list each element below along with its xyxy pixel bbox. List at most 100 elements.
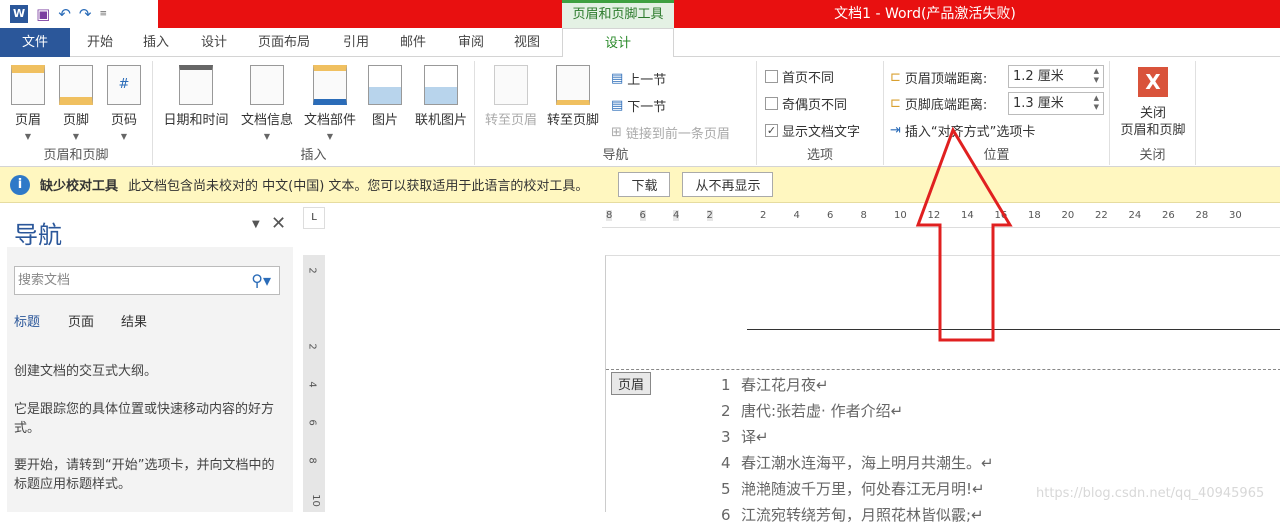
message-bar: i 缺少校对工具 此文档包含尚未校对的 中文(中国) 文本。您可以获取适用于此语…	[0, 167, 1280, 203]
picture-button[interactable]: 图片	[365, 65, 405, 128]
checkbox[interactable]	[765, 96, 778, 110]
close-label-1: 关闭	[1139, 106, 1166, 121]
ruler-tick: 4	[793, 210, 800, 221]
ruler-tick: 24	[1128, 210, 1142, 221]
tab-page-layout[interactable]: 页面布局	[258, 28, 310, 57]
message-text: 此文档包含尚未校对的 中文(中国) 文本。您可以获取适用于此语言的校对工具。	[128, 179, 589, 194]
document-page[interactable]: 页眉 1 春江花月夜↵ 2 唐代:张若虚· 作者介绍↵ 3 译↵ 4 春江潮水连海平，海上明月…	[605, 255, 1280, 524]
document-line[interactable]: 5 滟滟随波千万里，何处春江无月明!↵	[721, 478, 985, 499]
ruler-tick: 4	[673, 210, 680, 221]
info-icon: i	[10, 174, 30, 195]
document-line[interactable]: 1 春江花月夜↵	[721, 374, 829, 395]
group-options: 首页不同 奇偶页不同 ✓ 显示文档文字 选项	[757, 61, 884, 165]
checkbox-checked[interactable]: ✓	[765, 123, 778, 137]
goto-footer-button[interactable]: 转至页脚	[543, 65, 603, 128]
footer-bottom-value[interactable]: 1.3 厘米	[1013, 96, 1064, 111]
document-line[interactable]: 2 唐代:张若虚· 作者介绍↵	[721, 400, 903, 421]
insert-alignment-tab-button[interactable]: ⇥ 插入“对齐方式”选项卡	[890, 119, 1035, 141]
spinner-arrows-icon[interactable]: ▲ ▼	[1094, 67, 1099, 85]
search-icon[interactable]: ⚲▾	[251, 267, 271, 294]
date-time-button[interactable]: 日期和时间	[159, 65, 233, 128]
document-line[interactable]: 6 江流宛转绕芳甸，月照花林皆似霰;↵	[721, 504, 984, 525]
footer-bottom-spinner[interactable]: 1.3 厘米 ▲ ▼	[1008, 92, 1104, 115]
header-boundary	[606, 369, 1280, 370]
show-document-text-checkbox[interactable]: ✓ 显示文档文字	[765, 119, 860, 141]
tab-results[interactable]: 结果	[121, 311, 147, 330]
tab-file[interactable]: 文件	[0, 28, 70, 57]
group-label: 选项	[806, 148, 833, 163]
previous-section-button[interactable]: ▤ 上一节	[611, 67, 666, 89]
line-text[interactable]: 春江潮水连海平，海上明月共潮生。↵	[741, 454, 994, 472]
ruler-tick: 12	[927, 210, 941, 221]
ruler-tick: 6	[639, 210, 646, 221]
ruler-tick: 2	[706, 210, 713, 221]
save-icon[interactable]: ▣	[36, 0, 50, 28]
picture-label: 图片	[371, 113, 398, 128]
tab-review[interactable]: 审阅	[458, 28, 484, 57]
checkbox[interactable]	[765, 69, 778, 83]
pane-options-icon[interactable]: ▼	[252, 219, 260, 230]
header-top-spinner[interactable]: 1.2 厘米 ▲ ▼	[1008, 65, 1104, 88]
quick-parts-label: 文档部件	[303, 113, 356, 128]
page-number-button[interactable]: # 页码 ▼	[104, 65, 144, 141]
dont-show-again-button[interactable]: 从不再显示	[682, 172, 774, 197]
tab-mailings[interactable]: 邮件	[400, 28, 426, 57]
horizontal-ruler[interactable]: 8 6 4 2 2 4 6 8 10 12 14 16 18 20 22 24 26 28 30	[602, 205, 1280, 228]
link-label: 链接到前一条页眉	[625, 126, 730, 142]
line-text[interactable]: 唐代:张若虚· 作者介绍↵	[741, 402, 903, 420]
ruler-tick: 30	[1229, 210, 1242, 221]
context-tab-group: 页眉和页脚工具	[562, 0, 674, 28]
online-picture-button[interactable]: 联机图片	[409, 65, 473, 128]
footer-bottom-distance: ⊏ 页脚底端距离:	[890, 92, 987, 114]
footer-button[interactable]: 页脚 ▼	[56, 65, 96, 141]
next-section-button[interactable]: ▤ 下一节	[611, 94, 666, 116]
tab-hf-design[interactable]: 设计	[562, 28, 674, 58]
tab-insert[interactable]: 插入	[143, 28, 169, 57]
search-input[interactable]: 搜索文档 ⚲▾	[14, 266, 280, 295]
tab-pages[interactable]: 页面	[68, 311, 94, 330]
insert-alignment-icon: ⇥	[890, 122, 901, 138]
goto-header-button[interactable]: 转至页眉	[481, 65, 541, 128]
header-button[interactable]: 页眉 ▼	[8, 65, 48, 141]
line-text[interactable]: 滟滟随波千万里，何处春江无月明!↵	[741, 480, 985, 498]
ruler-tick: 4	[306, 381, 318, 388]
ruler-tick: 6	[827, 210, 834, 221]
doc-info-button[interactable]: 文档信息 ▼	[235, 65, 299, 141]
dropdown-icon: ▼	[263, 132, 271, 141]
checkbox-label: 首页不同	[782, 70, 835, 86]
line-number: 3	[721, 428, 731, 446]
group-label: 页眉和页脚	[43, 148, 109, 163]
spinner-arrows-icon[interactable]: ▲ ▼	[1094, 94, 1099, 112]
line-text[interactable]: 江流宛转绕芳甸，月照花林皆似霰;↵	[741, 506, 984, 524]
quick-parts-button[interactable]: 文档部件 ▼	[299, 65, 361, 141]
close-pane-icon[interactable]: ✕	[271, 213, 286, 234]
vertical-ruler[interactable]: 2 2 4 6 8 10	[303, 255, 325, 512]
ruler-tick: 8	[606, 210, 613, 221]
tab-design[interactable]: 设计	[201, 28, 227, 57]
ruler-tick: 26	[1162, 210, 1175, 221]
goto-footer-label: 转至页脚	[546, 113, 599, 128]
document-line[interactable]: 4 春江潮水连海平，海上明月共潮生。↵	[721, 452, 994, 473]
link-to-previous-button[interactable]: ⊞ 链接到前一条页眉	[611, 121, 730, 143]
different-first-page-checkbox[interactable]: 首页不同	[765, 65, 834, 87]
close-header-footer-button[interactable]: X 关闭 页眉和页脚	[1110, 67, 1196, 139]
download-button[interactable]: 下载	[618, 172, 671, 197]
document-line[interactable]: 3 译↵	[721, 426, 769, 447]
tab-headings[interactable]: 标题	[14, 311, 40, 330]
redo-icon[interactable]: ↷	[79, 0, 92, 28]
different-odd-even-checkbox[interactable]: 奇偶页不同	[765, 92, 847, 114]
line-text[interactable]: 译↵	[741, 428, 769, 446]
undo-icon[interactable]: ↶	[58, 0, 71, 28]
header-position-icon: ⊏	[890, 69, 901, 85]
tab-home[interactable]: 开始	[87, 28, 113, 57]
link-icon: ⊞	[611, 124, 622, 140]
ruler-tick: 6	[306, 419, 318, 426]
tab-view[interactable]: 视图	[514, 28, 540, 57]
tab-references[interactable]: 引用	[343, 28, 369, 57]
header-top-value[interactable]: 1.2 厘米	[1013, 69, 1064, 84]
line-text[interactable]: 春江花月夜↵	[741, 376, 829, 394]
customize-icon[interactable]: ≡	[99, 0, 107, 28]
ribbon: 页眉 ▼ 页脚 ▼ # 页码 ▼ 页眉和页脚 日期和时间 文档信息 ▼ 文档部件 ▼ 图片 …	[0, 57, 1280, 167]
ruler-tick: 10	[894, 210, 907, 221]
tab-stop-selector[interactable]: L	[303, 207, 325, 229]
